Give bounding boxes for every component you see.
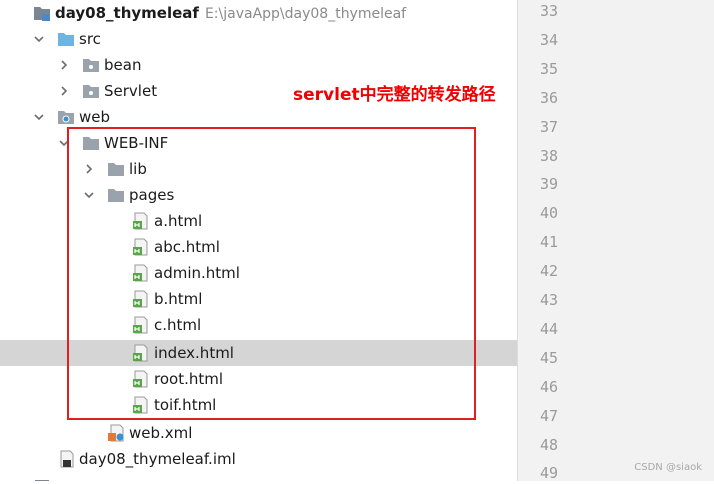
module-file-icon (57, 450, 75, 468)
line-number: 48 (539, 435, 558, 454)
tree-row-project[interactable]: day08_thymeleaf E:\javaApp\day08_thymelea… (0, 0, 517, 26)
line-number: 37 (539, 117, 558, 136)
tree-row-partial (0, 474, 517, 481)
line-number: 38 (539, 146, 558, 165)
tree-label-src: src (79, 30, 101, 48)
line-number: 47 (539, 406, 558, 425)
line-number: 33 (539, 2, 558, 20)
chevron-right-icon[interactable] (57, 78, 71, 104)
project-path: E:\javaApp\day08_thymeleaf (204, 6, 407, 22)
package-icon (82, 82, 100, 100)
tree-row-src[interactable]: src (0, 26, 517, 52)
line-number: 39 (539, 175, 558, 194)
tree-row-webxml[interactable]: web.xml (0, 420, 517, 446)
watermark: CSDN @siaok (634, 462, 702, 473)
line-number: 40 (539, 204, 558, 223)
web-folder-icon (57, 108, 75, 126)
line-number: 35 (539, 59, 558, 78)
module-folder-icon (33, 4, 51, 22)
package-icon (82, 56, 100, 74)
tree-label-iml: day08_thymeleaf.iml (79, 450, 236, 468)
chevron-right-icon[interactable] (57, 52, 71, 78)
highlight-box (67, 127, 476, 420)
line-number: 41 (539, 233, 558, 252)
tree-row-iml[interactable]: day08_thymeleaf.iml (0, 446, 517, 472)
line-number-gutter: 33 34 35 36 37 38 39 40 41 42 43 44 45 46 47 48 49 (517, 0, 714, 482)
line-number: 42 (539, 262, 558, 281)
xml-config-icon (107, 424, 125, 442)
line-number: 44 (539, 319, 558, 338)
tree-label-bean: bean (104, 56, 142, 74)
line-number: 43 (539, 291, 558, 309)
tree-label-webxml: web.xml (129, 424, 193, 442)
line-number: 46 (539, 377, 558, 396)
source-folder-icon (57, 30, 75, 48)
chevron-down-icon[interactable] (32, 104, 46, 130)
line-number: 34 (539, 30, 558, 49)
tree-label-servlet: Servlet (104, 82, 158, 100)
tree-row-bean[interactable]: bean (0, 52, 517, 78)
annotation-label: servlet中完整的转发路径 (293, 85, 496, 105)
chevron-down-icon[interactable] (32, 26, 46, 52)
project-tree: day08_thymeleaf E:\javaApp\day08_thymelea… (0, 0, 517, 481)
line-number: 36 (539, 88, 558, 107)
project-name: day08_thymeleaf E:\javaApp\day08_thymelea… (55, 4, 407, 22)
line-number: 45 (539, 348, 558, 367)
